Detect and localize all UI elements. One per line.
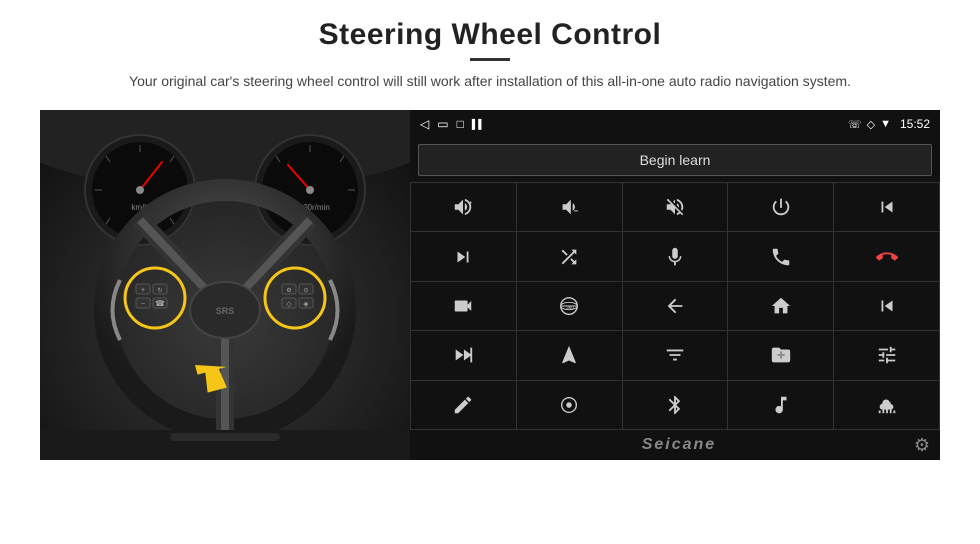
bluetooth-cell[interactable]: [623, 381, 728, 429]
begin-learn-row: Begin learn: [410, 138, 940, 182]
status-bar: ◁ ▭ □ ▌▌ ☏ ◇ ▼ 15:52: [410, 110, 940, 138]
skip-back-cell[interactable]: [834, 282, 939, 330]
home-nav-icon[interactable]: ▭: [437, 117, 448, 131]
svg-text:◈: ◈: [303, 301, 309, 308]
shuffle-cell[interactable]: [517, 232, 622, 280]
vol-up-cell[interactable]: +: [411, 183, 516, 231]
svg-text:⚙: ⚙: [286, 287, 291, 294]
pen-cell[interactable]: [411, 381, 516, 429]
page-title: Steering Wheel Control: [129, 18, 851, 52]
title-section: Steering Wheel Control Your original car…: [129, 18, 851, 104]
microphone-cell[interactable]: [623, 232, 728, 280]
controls-grid: + −: [410, 182, 940, 430]
back-cell[interactable]: [623, 282, 728, 330]
navigation-cell[interactable]: [517, 331, 622, 379]
360-view-cell[interactable]: 360: [517, 282, 622, 330]
content-area: km/h x1000r/min: [40, 110, 940, 460]
vol-down-cell[interactable]: −: [517, 183, 622, 231]
vol-mute-cell[interactable]: [623, 183, 728, 231]
svg-text:⊙: ⊙: [303, 288, 308, 294]
title-divider: [470, 58, 510, 61]
svg-text:360: 360: [566, 305, 574, 310]
recent-nav-icon[interactable]: □: [457, 117, 464, 131]
hang-up-cell[interactable]: [834, 232, 939, 280]
music-cell[interactable]: [728, 381, 833, 429]
location-status-icon: ◇: [867, 118, 875, 131]
camera-cell[interactable]: [411, 282, 516, 330]
svg-text:↻: ↻: [157, 287, 162, 294]
status-right: ☏ ◇ ▼ 15:52: [848, 117, 930, 131]
sound-wave-cell[interactable]: [834, 381, 939, 429]
clock: 15:52: [900, 117, 930, 131]
svg-text:+: +: [141, 287, 145, 294]
signal-icon: ▌▌: [472, 119, 485, 129]
next-track-cell[interactable]: [411, 232, 516, 280]
svg-text:◇: ◇: [286, 301, 292, 308]
status-left: ◁ ▭ □ ▌▌: [420, 117, 485, 131]
phone-prev-cell[interactable]: [834, 183, 939, 231]
sliders-cell[interactable]: [834, 331, 939, 379]
bottom-brand-bar: Seicane ⚙: [410, 430, 940, 460]
settings-gear-icon[interactable]: ⚙: [914, 435, 930, 456]
fast-forward-cell[interactable]: [411, 331, 516, 379]
page-wrapper: Steering Wheel Control Your original car…: [0, 0, 980, 544]
svg-text:−: −: [141, 301, 145, 308]
circle-dot-cell[interactable]: [517, 381, 622, 429]
back-nav-icon[interactable]: ◁: [420, 117, 429, 131]
android-ui: ◁ ▭ □ ▌▌ ☏ ◇ ▼ 15:52 Begin learn: [410, 110, 940, 460]
steering-wheel-image: km/h x1000r/min: [40, 110, 410, 460]
svg-text:☎: ☎: [155, 299, 165, 308]
power-cell[interactable]: [728, 183, 833, 231]
folder-cell[interactable]: [728, 331, 833, 379]
svg-text:SRS: SRS: [216, 306, 235, 316]
wifi-status-icon: ▼: [880, 118, 891, 130]
subtitle: Your original car's steering wheel contr…: [129, 71, 851, 92]
home-cell[interactable]: [728, 282, 833, 330]
begin-learn-button[interactable]: Begin learn: [418, 144, 932, 176]
brand-name: Seicane: [642, 436, 716, 454]
phone-status-icon: ☏: [848, 118, 862, 131]
equalizer-cell[interactable]: [623, 331, 728, 379]
phone-cell[interactable]: [728, 232, 833, 280]
svg-text:−: −: [574, 207, 579, 216]
svg-text:+: +: [469, 200, 473, 207]
